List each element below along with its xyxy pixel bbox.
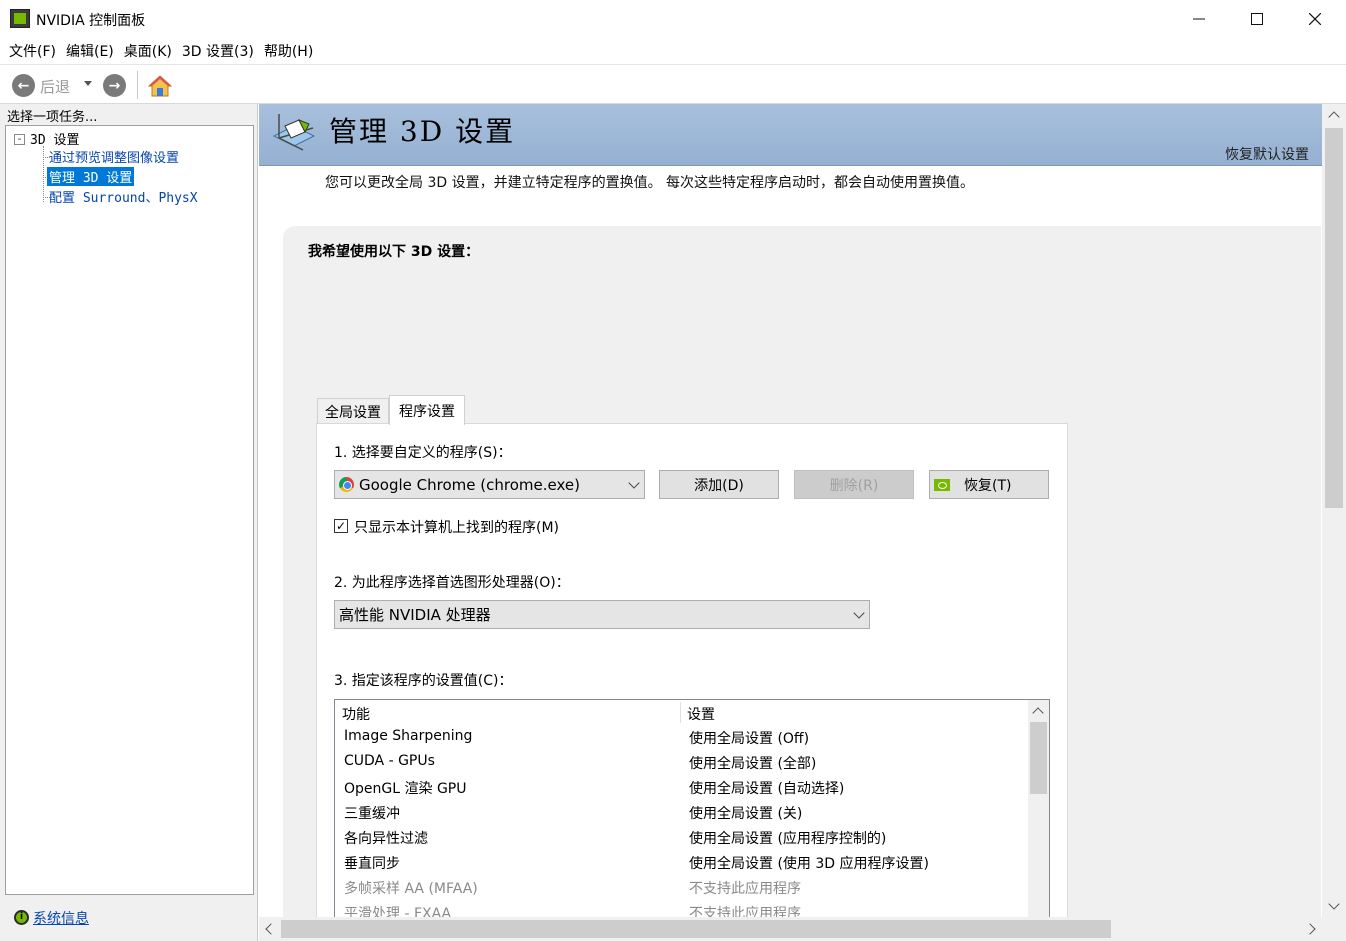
program-settings-tab-body: 1. 选择要自定义的程序(S)： Google Chrome (chrome.e… (316, 423, 1068, 941)
column-header-feature[interactable]: 功能 (342, 704, 370, 724)
list-scrollbar[interactable] (1028, 700, 1049, 936)
system-info-icon: i (14, 910, 29, 925)
tree-item-configure-surround-physx[interactable]: 配置 Surround、PhysX (47, 187, 200, 206)
scroll-right-icon[interactable] (1304, 923, 1316, 935)
page-banner: 管理 3D 设置 恢复默认设置 (259, 104, 1322, 166)
content-pane: 管理 3D 设置 恢复默认设置 您可以更改全局 3D 设置，并建立特定程序的置换… (259, 104, 1346, 941)
collapse-icon[interactable]: - (14, 133, 25, 145)
close-icon (1309, 13, 1321, 25)
minimize-button[interactable] (1170, 0, 1228, 38)
nvidia-logo-icon (934, 478, 950, 491)
window-title: NVIDIA 控制面板 (36, 13, 146, 29)
feature-setting: 使用全局设置 (应用程序控制的) (689, 831, 887, 847)
menu-file[interactable]: 文件(F) (4, 41, 61, 61)
menu-help[interactable]: 帮助(H) (259, 41, 318, 61)
scroll-up-icon[interactable] (1328, 111, 1340, 123)
settings-panel: 我希望使用以下 3D 设置： 全局设置 程序设置 1. 选择要自定义的程序(S)… (283, 226, 1321, 941)
toolbar: ← 后退 → (0, 64, 1346, 104)
feature-name: 各向异性过滤 (344, 831, 428, 847)
select-program-label: 1. 选择要自定义的程序(S)： (334, 445, 512, 461)
feature-name: 三重缓冲 (344, 806, 400, 822)
list-item[interactable]: 多帧采样 AA (MFAA) 不支持此应用程序 (335, 875, 1027, 900)
list-item[interactable]: OpenGL 渲染 GPU 使用全局设置 (自动选择) (335, 775, 1027, 800)
task-pane-caption: 选择一项任务... (7, 110, 98, 125)
feature-name: CUDA - GPUs (344, 753, 435, 769)
show-only-found-label[interactable]: 只显示本计算机上找到的程序(M) (354, 517, 559, 537)
list-item[interactable]: 垂直同步 使用全局设置 (使用 3D 应用程序设置) (335, 850, 1027, 875)
show-only-found-checkbox[interactable]: ✓ (334, 519, 348, 533)
feature-name: OpenGL 渲染 GPU (344, 781, 467, 797)
feature-name: Image Sharpening (344, 728, 473, 744)
chevron-down-icon (628, 477, 640, 489)
maximize-icon (1251, 13, 1263, 25)
menu-bar: 文件(F) 编辑(E) 桌面(K) 3D 设置(3) 帮助(H) (0, 38, 1346, 64)
tab-program-settings[interactable]: 程序设置 (389, 395, 465, 425)
graphics-processor-value: 高性能 NVIDIA 处理器 (339, 606, 491, 624)
tree-root-3d-settings[interactable]: 3D 设置 (30, 129, 79, 148)
feature-name: 垂直同步 (344, 856, 400, 872)
program-settings-label: 3. 指定该程序的设置值(C)： (334, 673, 513, 689)
task-tree: - 3D 设置 通过预览调整图像设置 管理 3D 设置 配置 Surround、… (5, 125, 254, 895)
tab-global-settings[interactable]: 全局设置 (317, 398, 389, 424)
restore-program-button[interactable]: 恢复(T) (929, 470, 1049, 499)
tree-item-manage-3d-settings[interactable]: 管理 3D 设置 (47, 167, 135, 186)
scrollbar-corner (1322, 917, 1346, 941)
program-select[interactable]: Google Chrome (chrome.exe) (334, 470, 645, 499)
tree-item-adjust-image-preview[interactable]: 通过预览调整图像设置 (47, 147, 181, 166)
feature-setting: 使用全局设置 (Off) (689, 731, 810, 747)
feature-setting: 使用全局设置 (自动选择) (689, 781, 845, 797)
program-select-value: Google Chrome (chrome.exe) (359, 475, 580, 494)
minimize-icon (1193, 18, 1205, 20)
toolbar-separator (137, 71, 138, 99)
remove-program-button[interactable]: 删除(R) (794, 470, 914, 499)
feature-setting: 使用全局设置 (全部) (689, 756, 817, 772)
list-scroll-thumb[interactable] (1030, 722, 1047, 794)
column-header-setting[interactable]: 设置 (687, 704, 715, 724)
restore-program-label: 恢复(T) (964, 477, 1012, 494)
list-item[interactable]: 各向异性过滤 使用全局设置 (应用程序控制的) (335, 825, 1027, 850)
feature-settings-list[interactable]: 功能 设置 Image Sharpening 使用全局设置 (Off) CUDA… (334, 699, 1050, 937)
forward-arrow-icon[interactable]: → (103, 74, 126, 97)
maximize-button[interactable] (1228, 0, 1286, 38)
back-button-label[interactable]: 后退 (40, 76, 70, 97)
list-item[interactable]: CUDA - GPUs 使用全局设置 (全部) (335, 750, 1027, 775)
content-vertical-scroll-thumb[interactable] (1325, 128, 1343, 508)
list-item[interactable]: Image Sharpening 使用全局设置 (Off) (335, 725, 1027, 750)
feature-setting: 使用全局设置 (使用 3D 应用程序设置) (689, 856, 929, 872)
back-history-dropdown-icon[interactable] (84, 81, 92, 86)
content-horizontal-scrollbar[interactable] (259, 917, 1322, 941)
select-processor-label: 2. 为此程序选择首选图形处理器(O)： (334, 575, 570, 591)
back-arrow-icon[interactable]: ← (12, 74, 35, 97)
system-info-link[interactable]: 系统信息 (33, 908, 89, 928)
feature-setting: 不支持此应用程序 (689, 881, 801, 897)
title-bar: NVIDIA 控制面板 (0, 0, 1346, 38)
chevron-down-icon (853, 607, 865, 619)
settings-heading: 我希望使用以下 3D 设置： (308, 244, 480, 260)
feature-name: 多帧采样 AA (MFAA) (344, 881, 478, 897)
close-button[interactable] (1286, 0, 1344, 38)
task-pane: 选择一项任务... - 3D 设置 通过预览调整图像设置 管理 3D 设置 配置… (0, 104, 258, 941)
home-icon[interactable] (148, 74, 172, 98)
restore-defaults-link[interactable]: 恢复默认设置 (1225, 144, 1309, 164)
page-title: 管理 3D 设置 (329, 115, 516, 148)
3d-settings-icon (272, 114, 316, 151)
add-program-button[interactable]: 添加(D) (659, 470, 779, 499)
chrome-icon (339, 477, 354, 492)
content-horizontal-scroll-thumb[interactable] (281, 920, 1111, 938)
menu-3d-settings[interactable]: 3D 设置(3) (177, 41, 259, 61)
menu-desktop[interactable]: 桌面(K) (119, 41, 177, 61)
page-description: 您可以更改全局 3D 设置，并建立特定程序的置换值。 每次这些特定程序启动时，都… (325, 175, 975, 191)
list-item[interactable]: 三重缓冲 使用全局设置 (关) (335, 800, 1027, 825)
scroll-up-icon[interactable] (1032, 707, 1044, 719)
graphics-processor-select[interactable]: 高性能 NVIDIA 处理器 (334, 600, 870, 629)
scroll-left-icon[interactable] (265, 923, 277, 935)
menu-edit[interactable]: 编辑(E) (61, 41, 119, 61)
scroll-down-icon[interactable] (1328, 898, 1340, 910)
feature-setting: 使用全局设置 (关) (689, 806, 803, 822)
list-header: 功能 设置 (335, 700, 1027, 725)
content-vertical-scrollbar[interactable] (1322, 104, 1346, 917)
nvidia-app-icon (10, 9, 30, 28)
